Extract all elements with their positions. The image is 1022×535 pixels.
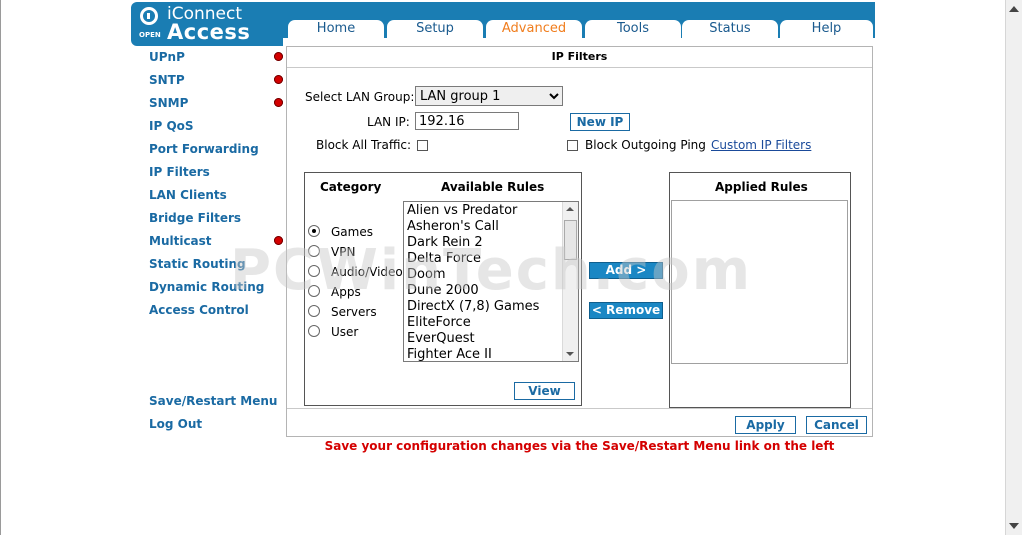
page-scrollbar[interactable] <box>1005 0 1022 535</box>
available-rules-header: Available Rules <box>441 180 545 194</box>
sidebar-item-lan-clients[interactable]: LAN Clients <box>149 188 227 202</box>
scroll-down-icon[interactable] <box>1009 523 1019 529</box>
alert-icon <box>274 236 283 245</box>
rules-list-scrollbar[interactable] <box>562 202 578 361</box>
alert-icon <box>274 75 283 84</box>
scroll-up-icon[interactable] <box>566 207 574 211</box>
sidebar-item-snmp[interactable]: SNMP <box>149 96 188 110</box>
cancel-button[interactable]: Cancel <box>806 416 867 434</box>
apply-button[interactable]: Apply <box>735 416 796 434</box>
scroll-down-icon[interactable] <box>566 352 574 356</box>
category-radio-servers[interactable] <box>308 305 320 317</box>
list-item[interactable]: Dark Rein 2 <box>407 235 483 250</box>
list-item[interactable]: Doom <box>407 267 446 282</box>
logo-text-line2: Access <box>167 20 251 44</box>
list-item[interactable]: Delta Force <box>407 251 481 266</box>
category-label-servers: Servers <box>331 305 377 319</box>
applied-rules-header: Applied Rules <box>715 180 808 194</box>
logo-badge: OPEN <box>139 31 161 39</box>
block-outgoing-ping-checkbox[interactable] <box>567 140 578 151</box>
sidebar-item-static-routing[interactable]: Static Routing <box>149 257 246 271</box>
category-label-vpn: VPN <box>331 245 356 259</box>
category-label-user: User <box>331 325 359 339</box>
panel-divider <box>287 408 872 409</box>
tab-advanced[interactable]: Advanced <box>486 20 582 38</box>
alert-icon <box>274 52 283 61</box>
sidebar-item-multicast[interactable]: Multicast <box>149 234 212 248</box>
alert-icon <box>274 98 283 107</box>
sidebar-item-access-control[interactable]: Access Control <box>149 303 249 317</box>
sidebar-item-save-restart[interactable]: Save/Restart Menu <box>149 394 277 408</box>
category-radio-audio-video[interactable] <box>308 265 320 277</box>
list-item[interactable]: Dune 2000 <box>407 283 479 298</box>
available-rules-list[interactable]: Alien vs Predator Asheron's Call Dark Re… <box>403 201 579 362</box>
sidebar-item-bridge-filters[interactable]: Bridge Filters <box>149 211 241 225</box>
category-label-games: Games <box>331 225 373 239</box>
sidebar-item-ip-qos[interactable]: IP QoS <box>149 119 194 133</box>
list-item[interactable]: Alien vs Predator <box>407 203 517 218</box>
new-ip-button[interactable]: New IP <box>570 113 630 131</box>
tab-home[interactable]: Home <box>288 20 384 38</box>
view-button[interactable]: View <box>514 382 575 400</box>
save-notice: Save your configuration changes via the … <box>324 439 835 453</box>
category-radio-user[interactable] <box>308 325 320 337</box>
sidebar-item-port-forwarding[interactable]: Port Forwarding <box>149 142 259 156</box>
sidebar-item-upnp[interactable]: UPnP <box>149 50 185 64</box>
list-item[interactable]: EverQuest <box>407 331 475 346</box>
list-item[interactable]: Fighter Ace II <box>407 347 492 361</box>
category-label-audio-video: Audio/Video <box>331 265 403 279</box>
page-title: IP Filters <box>287 47 872 68</box>
sidebar-item-ip-filters[interactable]: IP Filters <box>149 165 210 179</box>
custom-ip-filters-link[interactable]: Custom IP Filters <box>711 138 811 152</box>
tab-help[interactable]: Help <box>780 20 873 38</box>
sidebar-item-logout[interactable]: Log Out <box>149 417 202 431</box>
applied-rules-list[interactable] <box>671 200 848 364</box>
category-radio-vpn[interactable] <box>308 245 320 257</box>
category-header: Category <box>320 180 382 194</box>
lan-ip-label: LAN IP: <box>367 115 410 129</box>
list-item[interactable]: Asheron's Call <box>407 219 499 234</box>
list-item[interactable]: DirectX (7,8) Games <box>407 299 539 314</box>
scroll-up-icon[interactable] <box>1009 6 1019 12</box>
lan-group-label: Select LAN Group: <box>305 90 415 104</box>
block-all-traffic-label: Block All Traffic: <box>316 138 412 152</box>
add-rule-button[interactable]: Add > <box>589 262 663 279</box>
tab-setup[interactable]: Setup <box>387 20 483 38</box>
lan-ip-input[interactable] <box>415 112 519 130</box>
block-outgoing-ping-label: Block Outgoing Ping <box>585 138 706 152</box>
power-icon <box>140 7 158 25</box>
list-item[interactable]: EliteForce <box>407 315 471 330</box>
scroll-thumb[interactable] <box>564 220 577 260</box>
sidebar-item-dynamic-routing[interactable]: Dynamic Routing <box>149 280 264 294</box>
remove-rule-button[interactable]: < Remove <box>589 302 663 319</box>
brand-logo: OPEN iConnect Access <box>131 2 283 46</box>
window-border <box>0 0 1 535</box>
lan-group-select[interactable]: LAN group 1 <box>415 86 563 106</box>
block-all-traffic-checkbox[interactable] <box>417 140 428 151</box>
category-label-apps: Apps <box>331 285 361 299</box>
sidebar-item-sntp[interactable]: SNTP <box>149 73 185 87</box>
category-radio-games[interactable] <box>308 225 320 237</box>
category-radio-apps[interactable] <box>308 285 320 297</box>
top-nav-bar: Home Setup Advanced Tools Status Help <box>283 2 875 38</box>
tab-tools[interactable]: Tools <box>585 20 681 38</box>
tab-status[interactable]: Status <box>682 20 778 38</box>
